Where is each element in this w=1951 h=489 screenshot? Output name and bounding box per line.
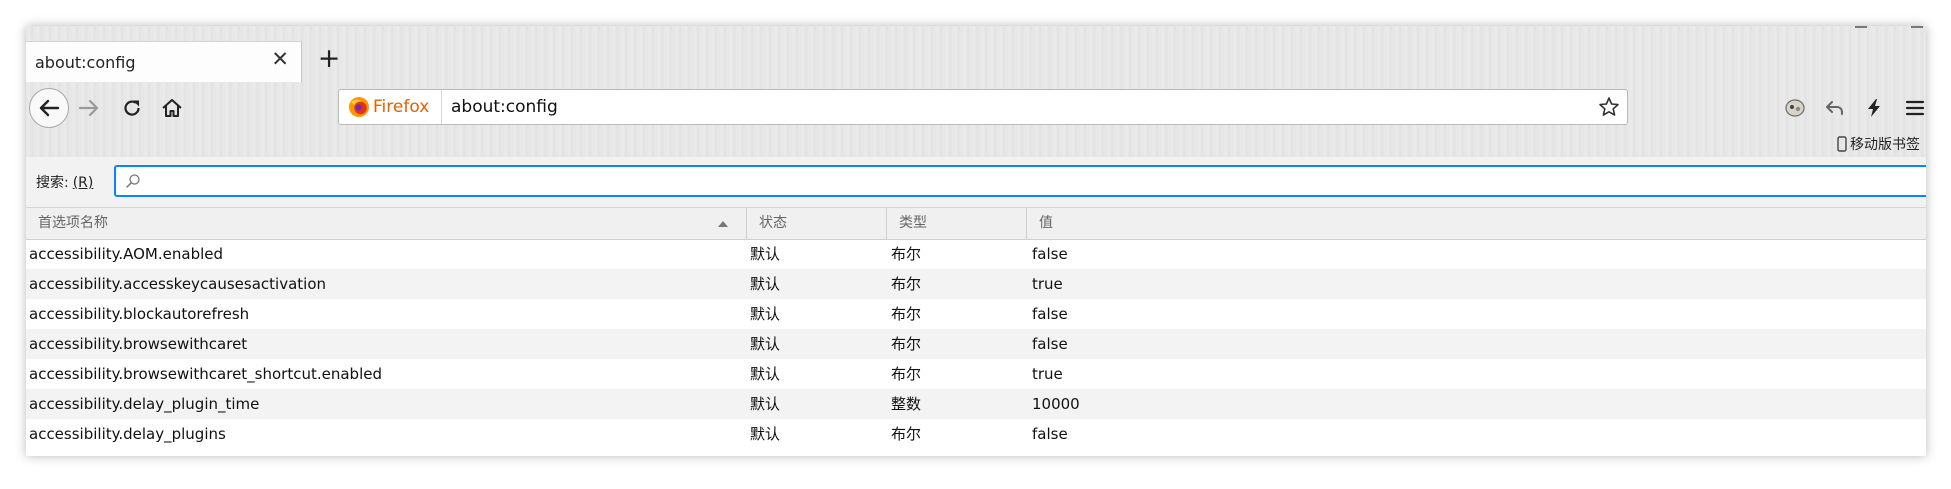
pref-status: 默认 [750, 425, 781, 443]
pref-value: true [1032, 365, 1063, 383]
pref-name: accessibility.browsewithcaret_shortcut.e… [29, 365, 382, 383]
browser-chrome: about:config ✕ + Firefox about:config 移动… [26, 26, 1926, 158]
tab-title: about:config [35, 53, 136, 72]
column-header-type[interactable]: 类型 [886, 208, 1026, 239]
forward-button[interactable] [73, 92, 105, 124]
menu-button[interactable] [1899, 92, 1926, 124]
pref-type: 布尔 [891, 365, 922, 383]
pref-name: accessibility.delay_plugins [29, 425, 226, 443]
pref-type: 布尔 [891, 425, 922, 443]
new-tab-button[interactable]: + [312, 42, 346, 76]
url-bar[interactable]: Firefox about:config [338, 89, 1628, 125]
search-icon [126, 174, 140, 188]
back-button[interactable] [29, 88, 69, 128]
home-button[interactable] [156, 92, 188, 124]
url-text[interactable]: about:config [451, 97, 558, 117]
table-header: 首选项名称 状态 类型 值 [26, 208, 1926, 240]
preferences-list: accessibility.AOM.enabled 默认 布尔 false ac… [26, 239, 1926, 449]
reload-icon [124, 100, 140, 116]
table-row[interactable]: accessibility.browsewithcaret_shortcut.e… [26, 359, 1926, 389]
table-row[interactable]: accessibility.browsewithcaret 默认 布尔 fals… [26, 329, 1926, 359]
mobile-bookmarks-item[interactable]: 移动版书签 [1837, 134, 1920, 154]
search-row: 搜索: (R) [26, 157, 1926, 208]
pref-value: false [1032, 305, 1068, 323]
column-header-status[interactable]: 状态 [746, 208, 886, 239]
pref-type: 布尔 [891, 245, 922, 263]
pref-type: 布尔 [891, 335, 922, 353]
back-arrow-icon [39, 99, 60, 117]
reload-button[interactable] [116, 92, 148, 124]
table-row[interactable]: accessibility.delay_plugins 默认 布尔 false [26, 419, 1926, 449]
column-name-label: 首选项名称 [38, 215, 108, 231]
pref-status: 默认 [750, 395, 781, 413]
star-icon [1599, 97, 1619, 116]
pref-name: accessibility.AOM.enabled [29, 245, 224, 263]
pref-value: false [1032, 335, 1068, 353]
hamburger-menu-icon [1905, 100, 1925, 116]
search-accesskey: (R) [72, 175, 94, 191]
pref-value: false [1032, 245, 1068, 263]
sort-ascending-icon[interactable] [718, 221, 728, 227]
pref-type: 布尔 [891, 275, 922, 293]
pref-status: 默认 [750, 365, 781, 383]
forward-arrow-icon [78, 99, 99, 117]
table-row[interactable]: accessibility.AOM.enabled 默认 布尔 false [26, 239, 1926, 269]
pref-name: accessibility.blockautorefresh [29, 305, 250, 323]
table-row[interactable]: accessibility.accesskeycausesactivation … [26, 269, 1926, 299]
extension-button[interactable] [1779, 92, 1811, 124]
pref-status: 默认 [750, 335, 781, 353]
tab-about-config[interactable]: about:config ✕ [26, 41, 302, 82]
extension-icon [1785, 99, 1805, 117]
firefox-logo-icon [349, 97, 369, 117]
search-field[interactable] [114, 165, 1926, 197]
column-type-label: 类型 [899, 215, 927, 231]
pref-value: true [1032, 275, 1063, 293]
pref-status: 默认 [750, 245, 781, 263]
pref-value: false [1032, 425, 1068, 443]
pref-value: 10000 [1032, 395, 1080, 413]
pref-name: accessibility.browsewithcaret [29, 335, 248, 353]
pref-name: accessibility.accesskeycausesactivation [29, 275, 327, 293]
table-row[interactable]: accessibility.blockautorefresh 默认 布尔 fal… [26, 299, 1926, 329]
pref-name: accessibility.delay_plugin_time [29, 395, 260, 413]
search-input[interactable] [148, 170, 1852, 194]
column-status-label: 状态 [759, 215, 787, 231]
mobile-device-icon [1837, 136, 1847, 152]
tab-close-icon[interactable]: ✕ [271, 49, 289, 70]
column-header-name[interactable]: 首选项名称 [26, 208, 746, 239]
pref-status: 默认 [750, 275, 781, 293]
minimize-mark[interactable] [1855, 26, 1867, 28]
search-label: 搜索: (R) [36, 172, 93, 192]
identity-box[interactable]: Firefox [339, 90, 442, 124]
column-value-label: 值 [1039, 215, 1053, 231]
undo-close-button[interactable] [1819, 92, 1851, 124]
lightning-icon [1868, 99, 1880, 117]
column-header-value[interactable]: 值 [1026, 208, 1926, 239]
pref-type: 布尔 [891, 305, 922, 323]
flash-button[interactable] [1858, 92, 1890, 124]
undo-icon [1826, 101, 1843, 115]
maximize-mark[interactable] [1911, 26, 1923, 28]
bookmark-star-button[interactable] [1597, 95, 1621, 123]
home-icon [162, 99, 182, 117]
identity-label: Firefox [373, 97, 430, 117]
table-row[interactable]: accessibility.delay_plugin_time 默认 整数 10… [26, 389, 1926, 419]
browser-window: about:config ✕ + Firefox about:config 移动… [26, 26, 1926, 456]
search-label-text: 搜索: [36, 175, 69, 191]
mobile-bookmarks-label: 移动版书签 [1850, 137, 1920, 153]
pref-type: 整数 [891, 395, 922, 413]
pref-status: 默认 [750, 305, 781, 323]
